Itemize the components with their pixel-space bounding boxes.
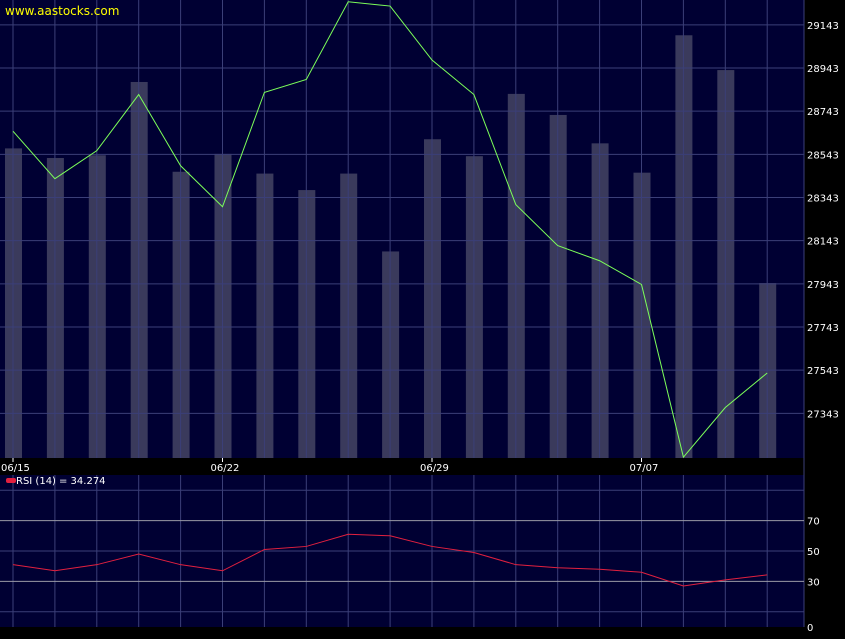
price-tick-label: 28743 xyxy=(807,107,839,118)
price-tick-label: 29143 xyxy=(807,21,839,32)
price-tick-label: 27943 xyxy=(807,280,839,291)
date-tick-label: 07/07 xyxy=(630,463,659,474)
right-axis-bg xyxy=(804,0,845,639)
price-tick-label: 27743 xyxy=(807,323,839,334)
price-tick-label: 28343 xyxy=(807,193,839,204)
rsi-legend: RSI (14) = 34.274 xyxy=(6,476,106,487)
price-tick-label: 27543 xyxy=(807,366,839,377)
rsi-legend-label: RSI (14) xyxy=(16,476,56,487)
rsi-tick-label: 0 xyxy=(807,623,813,634)
price-tick-label: 28543 xyxy=(807,150,839,161)
chart-stage: 29143 28943 28743 28543 28343 28143 27943 27743… xyxy=(0,0,845,639)
date-tick-label: 06/29 xyxy=(420,463,449,474)
price-tick-label: 28943 xyxy=(807,64,839,75)
rsi-tick-label: 50 xyxy=(807,547,820,558)
rsi-legend-swatch xyxy=(6,478,16,483)
watermark: www.aastocks.com xyxy=(5,4,119,18)
date-axis: 06/15 06/22 06/29 07/07 xyxy=(1,458,658,474)
date-tick-label: 06/15 xyxy=(1,463,30,474)
rsi-current-value: = 34.274 xyxy=(59,476,106,487)
rsi-tick-label: 70 xyxy=(807,517,820,528)
rsi-tick-label: 30 xyxy=(807,577,820,588)
date-tick-label: 06/22 xyxy=(211,463,240,474)
price-tick-label: 28143 xyxy=(807,237,839,248)
stock-chart: 29143 28943 28743 28543 28343 28143 27943 27743… xyxy=(0,0,845,639)
price-tick-label: 27343 xyxy=(807,409,839,420)
